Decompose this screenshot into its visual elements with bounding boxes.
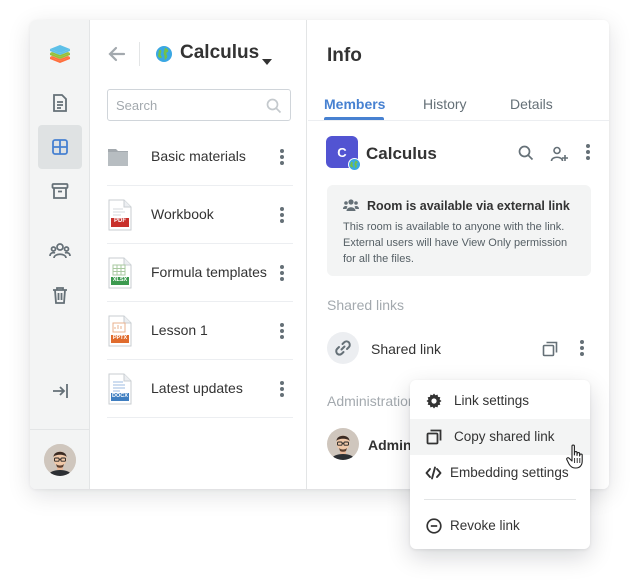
file-name[interactable]: Formula templates — [151, 264, 267, 280]
sign-out-icon[interactable] — [38, 369, 82, 413]
more-options-icon[interactable] — [279, 265, 285, 283]
user-avatar-area — [30, 429, 90, 489]
files-panel: Calculus Basic materials — [91, 20, 307, 489]
people-icon — [343, 198, 359, 217]
search-icon[interactable] — [266, 98, 282, 119]
active-tab-indicator — [324, 117, 384, 120]
notice-title: Room is available via external link — [367, 199, 570, 213]
more-options-icon[interactable] — [279, 323, 285, 341]
archive-icon[interactable] — [38, 169, 82, 213]
file-type-badge: PDF — [114, 218, 126, 224]
more-options-icon[interactable] — [279, 149, 285, 167]
room-header: C Calculus — [326, 136, 596, 171]
shared-link-row[interactable]: Shared link — [327, 332, 597, 366]
menu-item-label: Revoke link — [450, 518, 520, 533]
copy-icon[interactable] — [542, 341, 558, 362]
code-icon — [425, 465, 442, 486]
chevron-down-icon[interactable] — [262, 52, 272, 70]
gear-icon — [426, 393, 442, 414]
room-name: Calculus — [366, 144, 437, 163]
hand-cursor-icon — [566, 444, 586, 475]
rooms-grid-icon[interactable] — [38, 125, 82, 169]
presentation-file-icon — [107, 315, 133, 347]
search-icon[interactable] — [518, 145, 534, 166]
people-icon[interactable] — [38, 229, 82, 273]
avatar[interactable] — [44, 443, 76, 476]
file-name[interactable]: Basic materials — [151, 148, 246, 164]
more-options-icon[interactable] — [279, 207, 285, 225]
minus-circle-icon — [426, 518, 442, 539]
back-arrow-icon[interactable] — [106, 43, 128, 65]
room-logo-letter: C — [337, 144, 347, 160]
more-options-icon[interactable] — [579, 340, 585, 358]
notice-text: This room is available to anyone with th… — [343, 221, 568, 265]
info-title: Info — [327, 45, 362, 66]
menu-item-embedding-settings[interactable]: Embedding settings — [410, 455, 590, 491]
shared-link-context-menu: Link settings Copy shared link Embedding… — [410, 380, 590, 549]
tab-details[interactable]: Details — [510, 96, 553, 112]
more-options-icon[interactable] — [279, 381, 285, 399]
file-row[interactable]: Basic materials — [107, 128, 293, 186]
file-row[interactable]: PPTX Lesson 1 — [107, 302, 293, 360]
avatar — [327, 428, 359, 460]
header-divider — [139, 42, 140, 66]
spreadsheet-file-icon — [107, 257, 133, 289]
menu-item-label: Embedding settings — [450, 465, 569, 480]
documents-icon[interactable] — [38, 81, 82, 125]
room-title[interactable]: Calculus — [180, 42, 259, 64]
tab-history[interactable]: History — [423, 96, 467, 112]
file-type-badge: XLSX — [112, 277, 128, 283]
file-type-badge: PPTX — [112, 335, 128, 341]
menu-divider — [424, 499, 576, 500]
shared-link-label[interactable]: Shared link — [371, 341, 441, 357]
document-file-icon — [107, 373, 133, 405]
shared-links-heading: Shared links — [327, 297, 405, 313]
info-tabs: Members History Details — [308, 92, 609, 121]
menu-item-revoke-link[interactable]: Revoke link — [410, 508, 590, 544]
globe-icon — [155, 45, 173, 68]
globe-icon — [348, 158, 361, 171]
tab-members[interactable]: Members — [324, 96, 385, 112]
search-input[interactable] — [108, 90, 258, 120]
trash-icon[interactable] — [38, 273, 82, 317]
admin-name[interactable]: Admin — [368, 437, 412, 453]
search-box — [107, 89, 291, 121]
more-options-icon[interactable] — [585, 144, 591, 162]
add-user-icon[interactable] — [550, 145, 568, 168]
menu-item-copy-shared-link[interactable]: Copy shared link — [410, 419, 590, 455]
menu-item-label: Copy shared link — [454, 429, 555, 444]
file-name[interactable]: Latest updates — [151, 380, 243, 396]
external-link-notice: Room is available via external link This… — [327, 185, 591, 276]
left-rail — [30, 20, 90, 489]
file-row[interactable]: DOCX Latest updates — [107, 360, 293, 418]
file-type-badge: DOCX — [112, 393, 128, 399]
files-header: Calculus — [91, 36, 307, 72]
file-name[interactable]: Workbook — [151, 206, 214, 222]
administration-heading: Administration — [327, 393, 416, 409]
pdf-file-icon — [107, 199, 133, 231]
app-logo-icon[interactable] — [38, 34, 82, 78]
menu-item-label: Link settings — [454, 393, 530, 408]
file-row[interactable]: XLSX Formula templates — [107, 244, 293, 302]
file-name[interactable]: Lesson 1 — [151, 322, 208, 338]
file-row[interactable]: PDF Workbook — [107, 186, 293, 244]
copy-icon — [426, 429, 442, 450]
link-icon — [327, 332, 359, 364]
folder-icon — [107, 141, 133, 173]
menu-item-link-settings[interactable]: Link settings — [410, 383, 590, 419]
